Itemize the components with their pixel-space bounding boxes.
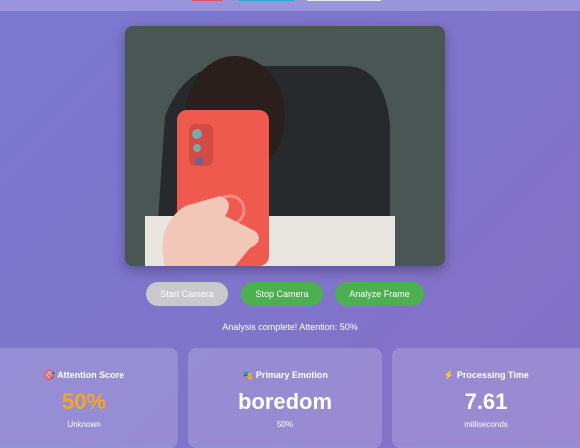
target-icon: 🎯 — [43, 370, 56, 380]
stop-camera-button[interactable]: Stop Camera — [241, 282, 323, 306]
camera-frame-image — [125, 26, 445, 266]
start-camera-button[interactable]: Start Camera — [146, 282, 228, 306]
camera-feed — [125, 26, 445, 266]
emotion-value: boredom — [237, 389, 333, 414]
analyze-frame-button[interactable]: Analyze Frame — [335, 282, 424, 306]
card-title: Attention Score — [57, 370, 125, 380]
header-button-red[interactable] — [192, 0, 222, 1]
lightning-icon: ⚡ — [443, 370, 455, 380]
header-button-blue[interactable] — [238, 0, 294, 1]
attention-value: 50% — [61, 389, 107, 414]
emotion-confidence: 50% — [276, 420, 293, 429]
primary-emotion-card: 🎭 Primary Emotion boredom 50% — [188, 348, 382, 448]
attention-label: Unknown — [67, 420, 101, 429]
processing-time-unit: milliseconds — [464, 420, 508, 429]
processing-time-value: 7.61 — [464, 389, 508, 414]
card-title: Primary Emotion — [255, 370, 328, 380]
header-button-white[interactable] — [307, 0, 381, 1]
attention-score-card: 🎯 Attention Score 50% Unknown — [0, 348, 178, 448]
processing-time-card: ⚡ Processing Time 7.61 milliseconds — [392, 348, 580, 448]
theater-masks-icon: 🎭 — [242, 370, 254, 380]
status-message: Analysis complete! Attention: 50% — [222, 322, 358, 332]
header-bar — [0, 0, 580, 11]
card-title: Processing Time — [456, 370, 529, 380]
